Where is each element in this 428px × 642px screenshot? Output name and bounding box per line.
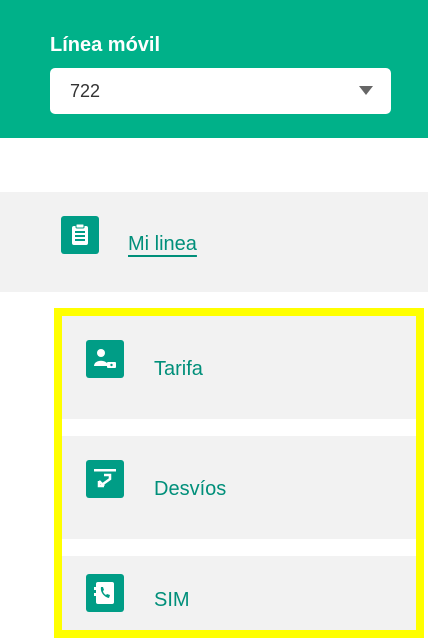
nav-item-sim-label: SIM bbox=[154, 589, 190, 611]
clipboard-icon bbox=[61, 216, 99, 254]
line-select[interactable]: 722 bbox=[50, 68, 391, 114]
highlight-frame: Tarifa Desvíos SIM bbox=[54, 308, 424, 638]
nav-item-desvios[interactable]: Desvíos bbox=[62, 436, 416, 539]
nav-item-sim[interactable]: SIM bbox=[62, 556, 416, 630]
dropdown-arrow-icon bbox=[359, 86, 373, 95]
sim-phone-icon bbox=[86, 574, 124, 612]
nav-item-tarifa-label: Tarifa bbox=[154, 358, 203, 380]
forward-arrow-icon bbox=[86, 460, 124, 498]
nav-item-tarifa[interactable]: Tarifa bbox=[62, 316, 416, 419]
line-select-label: Línea móvil bbox=[50, 34, 161, 56]
header-bar: Línea móvil 722 bbox=[0, 0, 428, 138]
nav-item-mi-linea-label: Mi linea bbox=[128, 233, 197, 255]
nav-item-desvios-label: Desvíos bbox=[154, 478, 227, 500]
user-tariff-icon bbox=[86, 340, 124, 378]
line-select-value: 722 bbox=[70, 81, 101, 101]
nav-item-mi-linea[interactable]: Mi linea bbox=[0, 192, 428, 292]
